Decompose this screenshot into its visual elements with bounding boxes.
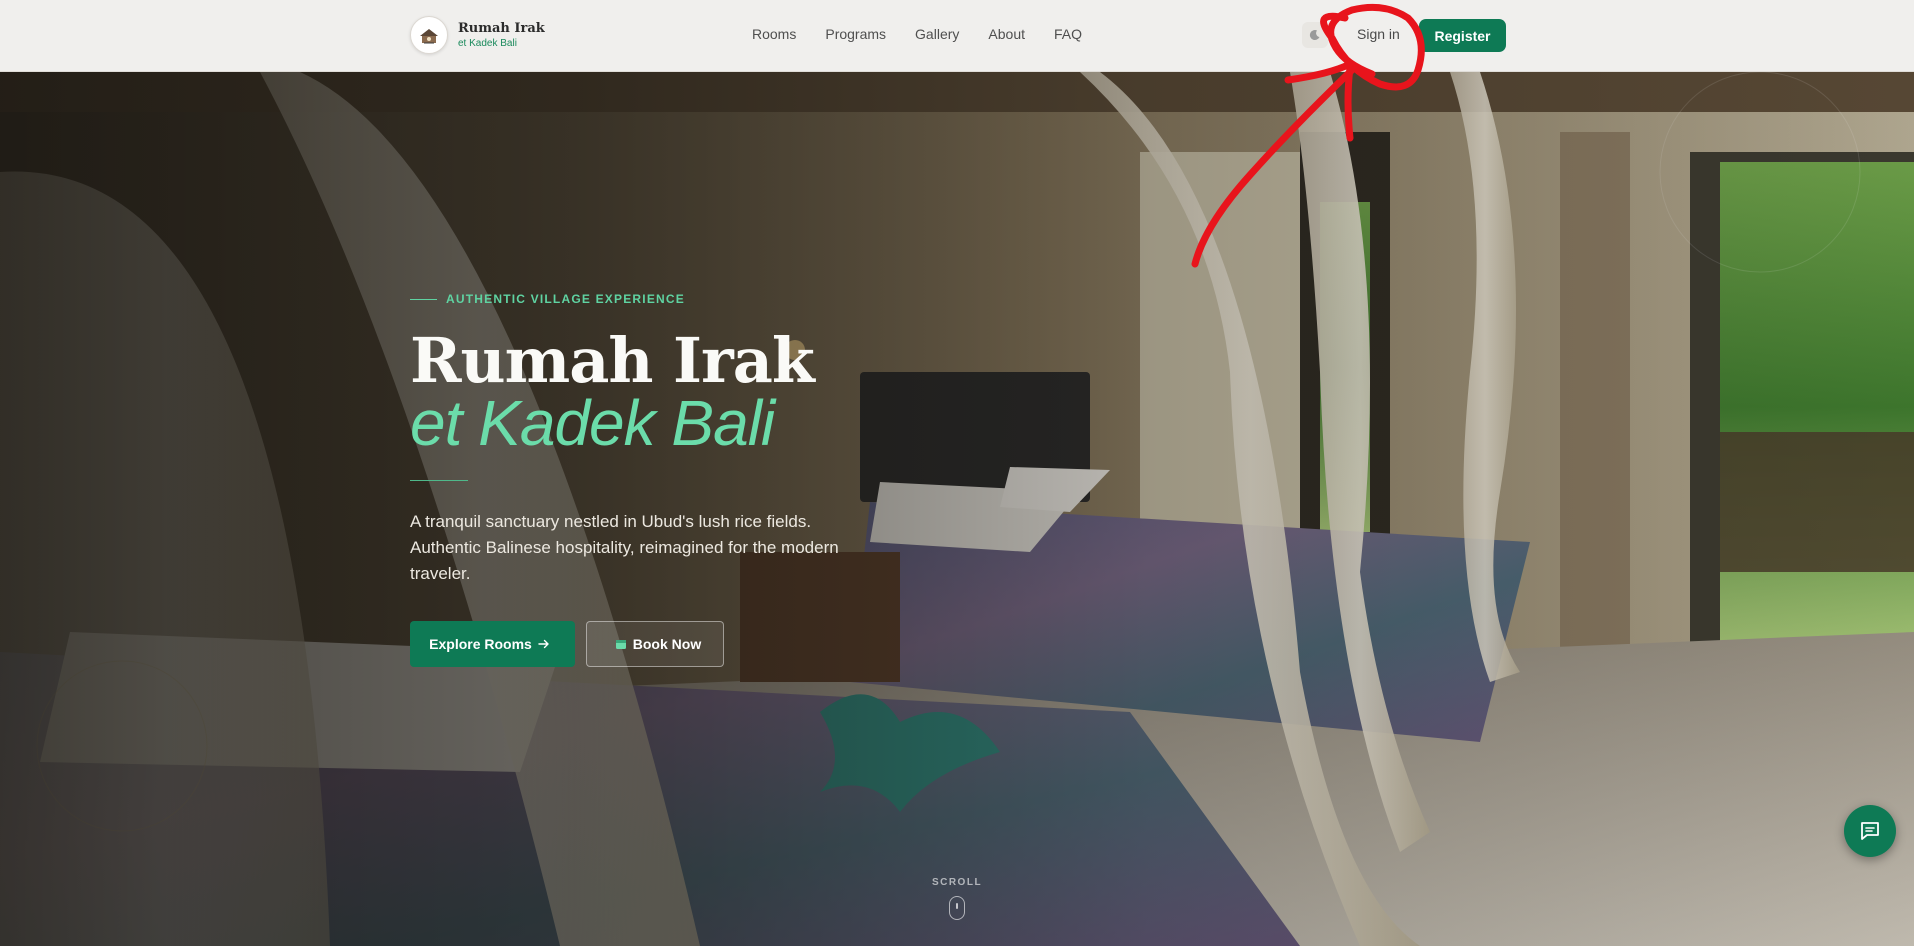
main-nav: Rooms Programs Gallery About FAQ xyxy=(752,26,1111,42)
eyebrow-text: AUTHENTIC VILLAGE EXPERIENCE xyxy=(446,292,685,306)
brand-logo xyxy=(410,16,448,54)
scroll-wheel xyxy=(956,903,958,909)
explore-rooms-label: Explore Rooms xyxy=(429,636,532,652)
hero-eyebrow: AUTHENTIC VILLAGE EXPERIENCE xyxy=(410,292,685,306)
brand-name: Rumah Irak xyxy=(458,20,545,36)
nav-link-rooms[interactable]: Rooms xyxy=(752,26,796,42)
brand-text: Rumah Irak et Kadek Bali xyxy=(458,22,545,49)
moon-icon xyxy=(1309,30,1320,41)
signin-link[interactable]: Sign in xyxy=(1357,26,1400,42)
nav-link-about[interactable]: About xyxy=(988,26,1025,42)
hero-section: AUTHENTIC VILLAGE EXPERIENCE Rumah Irak … xyxy=(0,72,1914,946)
nav-link-faq[interactable]: FAQ xyxy=(1054,26,1082,42)
brand[interactable]: Rumah Irak et Kadek Bali xyxy=(410,16,545,54)
scroll-label: SCROLL xyxy=(931,877,983,888)
book-now-label: Book Now xyxy=(632,636,702,652)
title-divider xyxy=(410,480,468,481)
eyebrow-line xyxy=(410,298,437,300)
nav-link-gallery[interactable]: Gallery xyxy=(915,26,959,42)
book-now-button[interactable]: Book Now xyxy=(586,621,724,667)
chat-icon xyxy=(1861,822,1879,840)
calendar-icon xyxy=(615,638,627,650)
scroll-mouse-icon[interactable] xyxy=(949,896,965,920)
nav-link-programs[interactable]: Programs xyxy=(825,26,886,42)
hero-description: A tranquil sanctuary nestled in Ubud's l… xyxy=(410,512,839,583)
theme-toggle-button[interactable] xyxy=(1302,22,1328,48)
hero-subtitle: et Kadek Bali xyxy=(410,387,775,459)
brand-subtitle: et Kadek Bali xyxy=(458,37,517,49)
hero-overlay xyxy=(0,72,1914,946)
chat-button[interactable] xyxy=(1844,805,1896,857)
explore-rooms-button[interactable]: Explore Rooms xyxy=(410,621,575,667)
arrow-right-icon xyxy=(538,638,550,650)
register-button[interactable]: Register xyxy=(1419,19,1506,52)
navbar: Rumah Irak et Kadek Bali Rooms Programs … xyxy=(0,0,1914,72)
